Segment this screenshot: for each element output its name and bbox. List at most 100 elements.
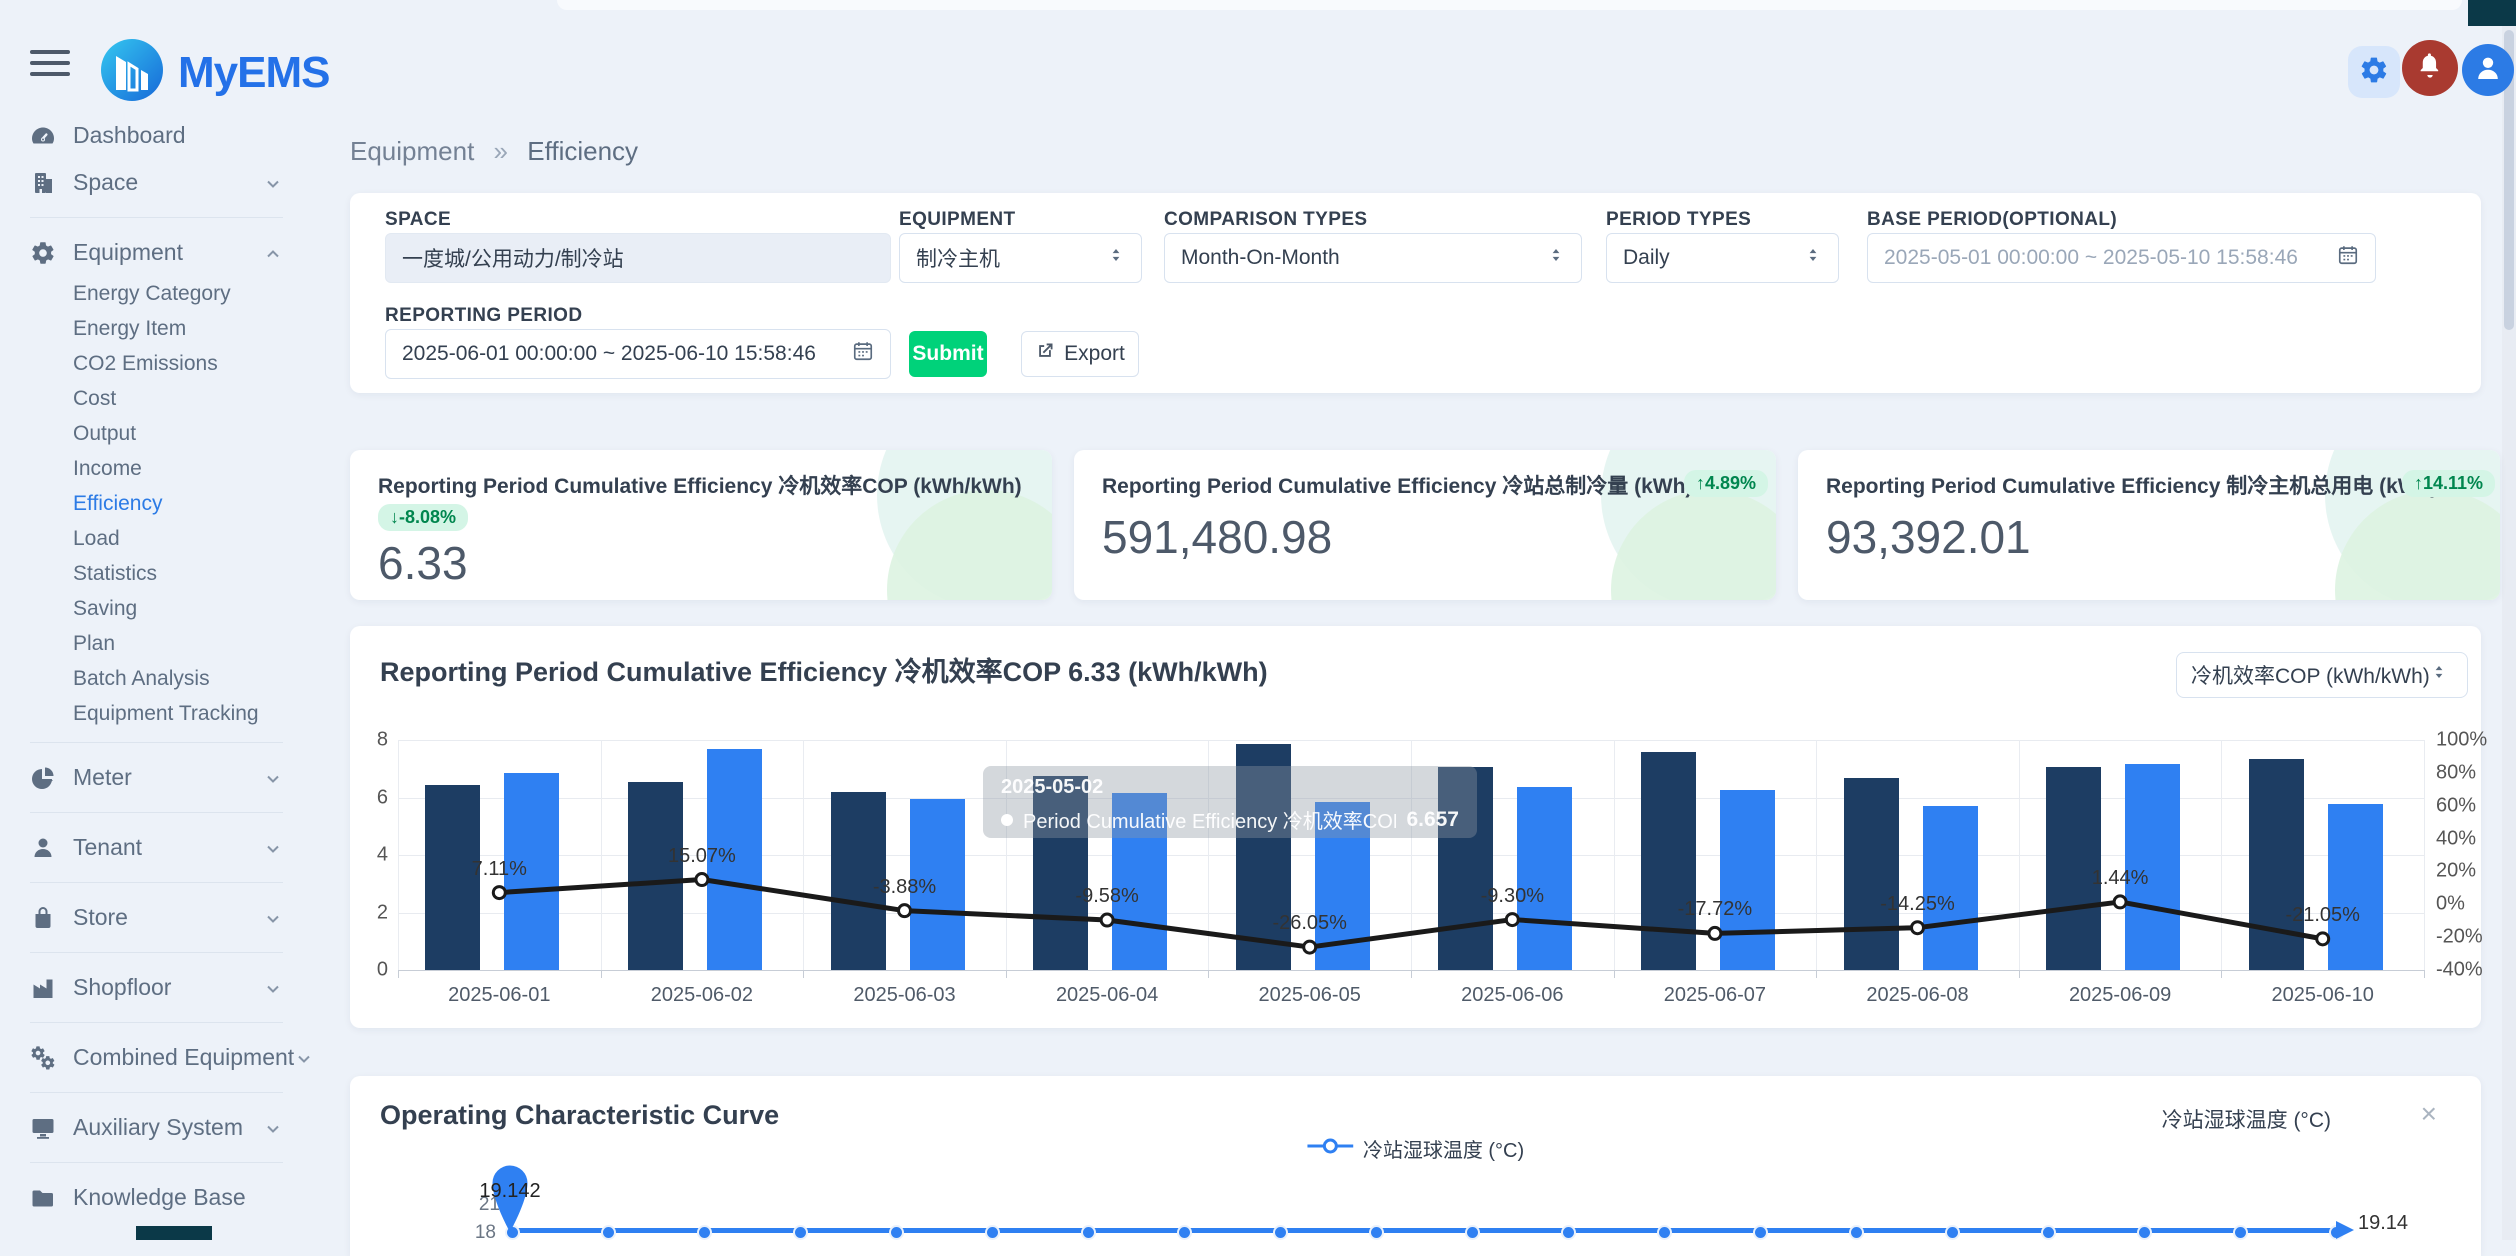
x-axis-labels: 2025-06-012025-06-022025-06-032025-06-04…: [398, 984, 2424, 1014]
x-axis-tick: [398, 970, 399, 978]
curve-data-point[interactable]: [1177, 1225, 1192, 1240]
sidebar-item-dashboard[interactable]: Dashboard: [30, 112, 283, 159]
x-axis-tick: [601, 970, 602, 978]
sidebar-item-batch-analysis[interactable]: Batch Analysis: [30, 661, 283, 696]
x-axis-label: 2025-06-04: [1056, 984, 1158, 1007]
bar-chart-plot[interactable]: 2025-05-02 Period Cumulative Efficiency …: [398, 740, 2424, 971]
curve-legend[interactable]: 冷站湿球温度 (°C): [1307, 1134, 1524, 1163]
sidebar-divider: [30, 812, 283, 813]
submit-button[interactable]: Submit: [909, 331, 987, 377]
settings-button[interactable]: [2348, 46, 2400, 98]
gridline-vertical: [2424, 740, 2425, 970]
sidebar-item-equipment-tracking[interactable]: Equipment Tracking: [30, 696, 283, 731]
sidebar-item-load[interactable]: Load: [30, 521, 283, 556]
sidebar-item-energy-category[interactable]: Energy Category: [30, 276, 283, 311]
left-axis-tick: 6: [377, 786, 388, 809]
sidebar-item-co2-emissions[interactable]: CO2 Emissions: [30, 346, 283, 381]
curve-data-point[interactable]: [601, 1225, 616, 1240]
stat-card-cop: Reporting Period Cumulative Efficiency 冷…: [350, 450, 1052, 600]
operating-curve-card: Operating Characteristic Curve 冷站湿球温度 (°…: [350, 1076, 2481, 1256]
sidebar-divider: [30, 742, 283, 743]
period-types-select[interactable]: Daily: [1606, 233, 1839, 283]
export-button[interactable]: Export: [1021, 331, 1139, 377]
curve-data-point[interactable]: [1369, 1225, 1384, 1240]
sidebar-item-space[interactable]: Space: [30, 159, 283, 206]
scrollbar-track[interactable]: [2502, 0, 2516, 1240]
curve-data-point[interactable]: [2233, 1225, 2248, 1240]
chevron-down-icon: [263, 908, 283, 928]
sidebar-item-income[interactable]: Income: [30, 451, 283, 486]
breadcrumb-current: Efficiency: [527, 136, 638, 166]
sidebar-item-plan[interactable]: Plan: [30, 626, 283, 661]
sidebar-item-auxiliary-system[interactable]: Auxiliary System: [30, 1104, 283, 1151]
curve-data-point[interactable]: [1273, 1225, 1288, 1240]
reporting-period-input[interactable]: 2025-06-01 00:00:00 ~ 2025-06-10 15:58:4…: [385, 329, 891, 379]
x-axis-tick: [1816, 970, 1817, 978]
sidebar-item-efficiency[interactable]: Efficiency: [30, 486, 283, 521]
space-label: SPACE: [385, 209, 451, 231]
close-icon[interactable]: ×: [2421, 1098, 2437, 1130]
space-input[interactable]: 一度城/公用动力/制冷站: [385, 233, 891, 283]
curve-data-point[interactable]: [889, 1225, 904, 1240]
x-axis-tick: [1006, 970, 1007, 978]
curve-parameter-label[interactable]: 冷站湿球温度 (°C): [2162, 1104, 2331, 1134]
calendar-icon: [2337, 244, 2359, 272]
hamburger-menu-button[interactable]: [30, 50, 70, 80]
change-rate-label: -17.72%: [1678, 898, 1753, 921]
curve-data-point[interactable]: [697, 1225, 712, 1240]
user-avatar[interactable]: [2462, 44, 2514, 96]
stat-title: Reporting Period Cumulative Efficiency 冷…: [1102, 470, 1692, 500]
x-axis-tick: [2019, 970, 2020, 978]
brand-name: MyEMS: [178, 48, 329, 98]
sidebar-item-label: Space: [73, 169, 263, 196]
curve-data-point[interactable]: [1945, 1225, 1960, 1240]
curve-data-point[interactable]: [985, 1225, 1000, 1240]
curve-data-point[interactable]: [2041, 1225, 2056, 1240]
breadcrumb-separator: »: [494, 136, 508, 166]
sidebar-item-combined-equipment[interactable]: Combined Equipment: [30, 1034, 283, 1081]
curve-data-point[interactable]: [1561, 1225, 1576, 1240]
sidebar-item-store[interactable]: Store: [30, 894, 283, 941]
base-period-input[interactable]: 2025-05-01 00:00:00 ~ 2025-05-10 15:58:4…: [1867, 233, 2376, 283]
x-axis-label: 2025-06-05: [1259, 984, 1361, 1007]
curve-end-value: 19.14: [2358, 1212, 2408, 1235]
sidebar-item-energy-item[interactable]: Energy Item: [30, 311, 283, 346]
left-axis-tick: 4: [377, 844, 388, 867]
change-rate-label: -3.88%: [873, 876, 936, 899]
breadcrumb-parent[interactable]: Equipment: [350, 136, 474, 166]
curve-arrow-icon: [2336, 1221, 2354, 1239]
brand-logo[interactable]: MyEMS: [100, 38, 329, 107]
change-rate-label: -14.25%: [1880, 893, 1955, 916]
curve-data-point[interactable]: [1081, 1225, 1096, 1240]
notifications-button[interactable]: [2402, 40, 2458, 96]
curve-data-point[interactable]: [1465, 1225, 1480, 1240]
curve-data-point[interactable]: [2137, 1225, 2152, 1240]
curve-data-point[interactable]: [793, 1225, 808, 1240]
sidebar-item-saving[interactable]: Saving: [30, 591, 283, 626]
sidebar-item-tenant[interactable]: Tenant: [30, 824, 283, 871]
chart-tooltip: 2025-05-02 Period Cumulative Efficiency …: [983, 766, 1477, 838]
x-axis-label: 2025-06-01: [448, 984, 550, 1007]
factory-icon: [30, 975, 56, 1001]
chart-unit-select[interactable]: 冷机效率COP (kWh/kWh): [2176, 652, 2468, 698]
sidebar-item-equipment[interactable]: Equipment: [30, 229, 283, 276]
sidebar-item-label: Equipment: [73, 239, 263, 266]
trend-badge-up: ↑14.11%: [2402, 470, 2495, 497]
curve-data-point[interactable]: [1849, 1225, 1864, 1240]
comparison-types-select[interactable]: Month-On-Month: [1164, 233, 1582, 283]
right-axis-tick: -20%: [2436, 926, 2483, 949]
change-rate-label: 7.11%: [472, 858, 527, 881]
sidebar-item-statistics[interactable]: Statistics: [30, 556, 283, 591]
sidebar-item-meter[interactable]: Meter: [30, 754, 283, 801]
sidebar-item-knowledge-base[interactable]: Knowledge Base: [30, 1174, 283, 1221]
equipment-select[interactable]: 制冷主机: [899, 233, 1142, 283]
trend-badge-up: ↑4.89%: [1684, 470, 1768, 497]
comparison-types-label: COMPARISON TYPES: [1164, 209, 1367, 231]
curve-data-point[interactable]: [1657, 1225, 1672, 1240]
curve-data-point[interactable]: [1753, 1225, 1768, 1240]
stat-value: 93,392.01: [1826, 510, 2031, 564]
sidebar-item-output[interactable]: Output: [30, 416, 283, 451]
top-strip: [557, 0, 2462, 10]
sidebar-item-cost[interactable]: Cost: [30, 381, 283, 416]
sidebar-item-shopfloor[interactable]: Shopfloor: [30, 964, 283, 1011]
